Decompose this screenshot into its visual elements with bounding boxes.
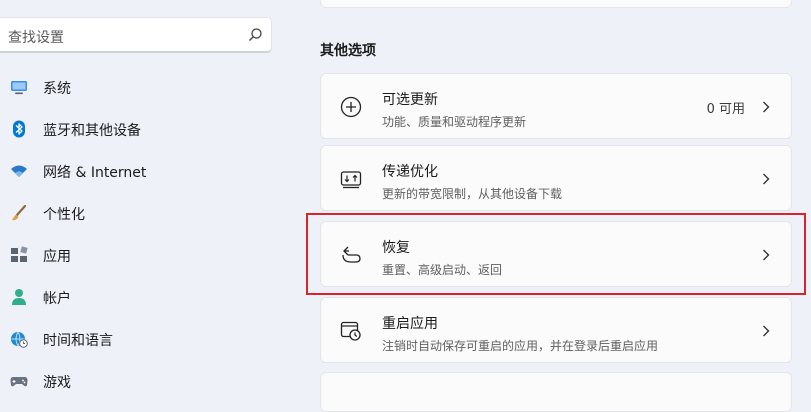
card-subtitle: 重置、高级启动、返回 xyxy=(382,263,503,277)
card-subtitle: 注销时自动保存可重启的应用，并在登录后重启应用 xyxy=(382,339,659,353)
wifi-icon xyxy=(11,165,27,177)
restart-apps-card[interactable]: 重启应用 注销时自动保存可重启的应用，并在登录后重启应用 xyxy=(320,297,792,363)
chevron-right-icon xyxy=(763,173,770,185)
monitor-icon xyxy=(11,81,27,95)
sidebar-item-label: 个性化 xyxy=(43,207,85,223)
card-subtitle: 更新的带宽限制，从其他设备下载 xyxy=(382,187,563,201)
sidebar-item-label: 蓝牙和其他设备 xyxy=(43,123,141,139)
search-box[interactable]: 查找设置 xyxy=(0,17,272,53)
sidebar-item-bluetooth[interactable]: 蓝牙和其他设备 xyxy=(0,109,290,149)
sidebar-item-label: 应用 xyxy=(43,249,71,265)
section-title: 其他选项 xyxy=(320,43,376,59)
card-title: 恢复 xyxy=(382,240,410,256)
card-title: 传递优化 xyxy=(382,164,438,180)
brush-icon xyxy=(12,204,27,221)
next-card[interactable] xyxy=(320,372,792,412)
sidebar-item-label: 游戏 xyxy=(43,375,71,391)
gamepad-icon xyxy=(10,377,28,387)
optional-updates-card[interactable]: 可选更新 功能、质量和驱动程序更新 0 可用 xyxy=(320,73,792,139)
search-icon[interactable] xyxy=(247,27,263,43)
sidebar-item-apps[interactable]: 应用 xyxy=(0,235,290,275)
account-icon xyxy=(12,289,26,305)
plus-circle-icon xyxy=(340,96,362,118)
chevron-right-icon xyxy=(763,101,770,113)
chevron-right-icon xyxy=(763,325,770,337)
card-title: 重启应用 xyxy=(382,316,438,332)
previous-card[interactable] xyxy=(320,0,792,8)
sidebar-item-label: 帐户 xyxy=(43,291,71,307)
card-subtitle: 功能、质量和驱动程序更新 xyxy=(382,115,527,129)
apps-icon xyxy=(11,246,28,262)
card-title: 可选更新 xyxy=(382,92,438,108)
recovery-card[interactable]: 恢复 重置、高级启动、返回 xyxy=(320,221,792,287)
card-value: 0 可用 xyxy=(706,102,745,117)
delivery-optimization-card[interactable]: 传递优化 更新的带宽限制，从其他设备下载 xyxy=(320,145,792,211)
sidebar-item-system[interactable]: 系统 xyxy=(0,67,290,107)
sidebar-item-label: 网络 & Internet xyxy=(43,165,147,181)
sidebar-item-personalization[interactable]: 个性化 xyxy=(0,193,290,233)
sidebar-item-gaming[interactable]: 游戏 xyxy=(0,361,290,401)
restart-apps-icon xyxy=(340,321,361,341)
sidebar-item-label: 时间和语言 xyxy=(43,333,113,349)
sidebar-item-network[interactable]: 网络 & Internet xyxy=(0,151,290,191)
delivery-optimization-icon xyxy=(340,171,362,189)
sidebar-item-accounts[interactable]: 帐户 xyxy=(0,277,290,317)
recovery-icon xyxy=(342,246,361,263)
sidebar: 查找设置 系统 蓝牙和其他设备 网络 & Internet 个性化 应用 帐户 … xyxy=(0,0,290,400)
bluetooth-icon xyxy=(13,120,25,138)
sidebar-item-label: 系统 xyxy=(43,81,71,97)
search-input[interactable]: 查找设置 xyxy=(8,27,64,47)
globe-clock-icon xyxy=(11,331,28,348)
chevron-right-icon xyxy=(763,249,770,261)
sidebar-item-time-language[interactable]: 时间和语言 xyxy=(0,319,290,359)
